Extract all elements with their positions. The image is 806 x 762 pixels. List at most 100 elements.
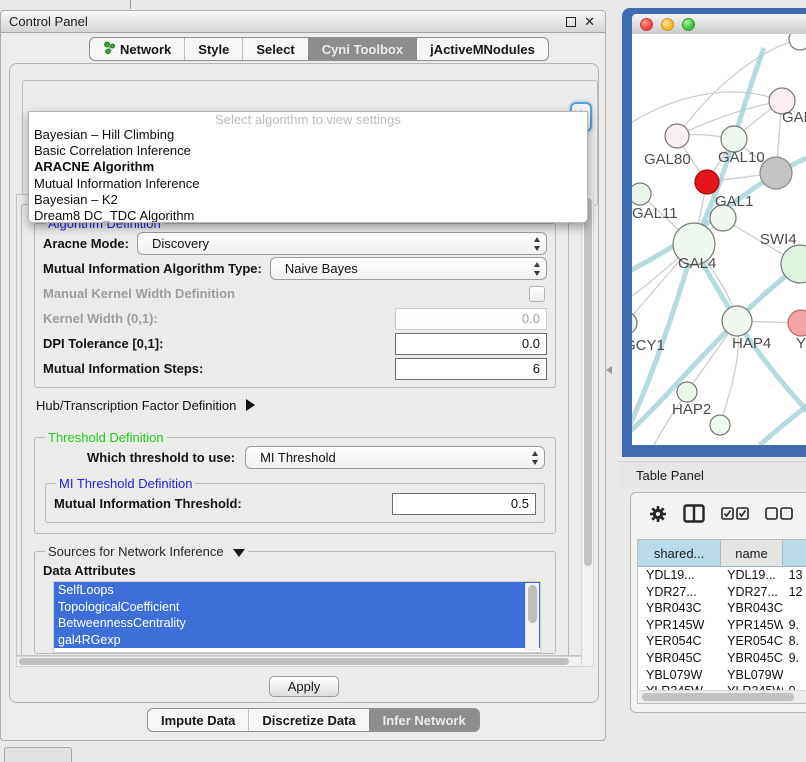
network-node[interactable]: [665, 124, 689, 148]
network-node[interactable]: [677, 382, 697, 402]
network-node[interactable]: [632, 312, 637, 334]
dropdown-item-basic-correlation-inference[interactable]: Basic Correlation Inference: [29, 143, 587, 159]
attribute-item-topologicalcoefficient[interactable]: TopologicalCoefficient: [54, 599, 540, 616]
tab-jactivemnodules[interactable]: jActiveMNodules: [416, 38, 548, 60]
dropdown-item-mutual-information-inference[interactable]: Mutual Information Inference: [29, 176, 587, 192]
table-row[interactable]: YBL079WYBL079W: [638, 667, 806, 684]
mi-threshold-field[interactable]: [392, 493, 536, 515]
attribute-item-gal4rgexp[interactable]: gal4RGexp: [54, 632, 540, 649]
sources-title-text: Sources for Network Inference: [48, 544, 224, 559]
dropdown-item-dream8-dc-tdc-algorithm[interactable]: Dream8 DC_TDC Algorithm: [29, 208, 587, 223]
dropdown-item-bayesian-k2[interactable]: Bayesian – K2: [29, 192, 587, 208]
sources-title[interactable]: Sources for Network Inference: [45, 544, 248, 559]
tab-network[interactable]: Network: [90, 38, 184, 60]
kernel-width-field[interactable]: [395, 308, 547, 330]
network-node[interactable]: [789, 34, 806, 50]
table-cell: YBR045C: [638, 650, 721, 667]
network-node[interactable]: [710, 415, 730, 435]
column-header-shared[interactable]: shared...: [638, 540, 721, 566]
combobox-stepper-icon: [531, 451, 540, 465]
hub-definition-expander[interactable]: Hub/Transcription Factor Definition: [28, 392, 562, 418]
select-all-checks-icon[interactable]: [721, 507, 749, 525]
zoom-traffic-light[interactable]: [682, 18, 695, 31]
table-row[interactable]: YPR145WYPR145W9.: [638, 617, 806, 634]
node-label-gal80: GAL80: [644, 151, 691, 168]
mi-threshold-title: MI Threshold Definition: [56, 476, 195, 491]
dropdown-item-bayesian-hill-climbing[interactable]: Bayesian – Hill Climbing: [29, 127, 587, 143]
split-columns-icon[interactable]: [683, 504, 705, 528]
deselect-all-checks-icon[interactable]: [765, 507, 793, 525]
mi-steps-field[interactable]: [395, 358, 547, 380]
node-label-gal11: GAL11: [632, 205, 678, 222]
dropdown-placeholder: Select algorithm to view settings: [29, 113, 587, 127]
combobox-stepper-icon: [533, 262, 542, 276]
network-edge-strong: [760, 402, 806, 445]
network-node[interactable]: [722, 306, 752, 336]
which-threshold-combobox[interactable]: MI Threshold: [245, 446, 545, 469]
panel-collapse-arrow-icon[interactable]: [606, 366, 612, 374]
attribute-item-betweennesscentrality[interactable]: BetweennessCentrality: [54, 615, 540, 632]
network-node[interactable]: [695, 170, 719, 194]
minimize-traffic-light[interactable]: [661, 18, 674, 31]
tab-cyni-toolbox[interactable]: Cyni Toolbox: [308, 38, 416, 60]
float-window-icon[interactable]: [566, 17, 576, 27]
gear-icon[interactable]: [649, 505, 667, 528]
table-cell: YDL19...: [638, 567, 721, 584]
column-header-clipped[interactable]: [783, 540, 806, 566]
table-cell: YPR145W: [638, 617, 721, 634]
column-header-name[interactable]: name: [721, 540, 783, 566]
network-node[interactable]: [788, 310, 806, 336]
apply-button[interactable]: Apply: [269, 676, 340, 697]
mi-threshold-label: Mutual Information Threshold:: [54, 496, 242, 511]
cyni-algorithm-settings-group: Cyni Algorithm Settings Algorithm Defini…: [21, 197, 569, 656]
dropdown-item-aracne-algorithm[interactable]: ARACNE Algorithm: [29, 159, 587, 175]
tab-impute-data[interactable]: Impute Data: [148, 709, 248, 731]
table-row[interactable]: YBR043CYBR043C: [638, 600, 806, 617]
data-attributes-list[interactable]: SelfLoopsTopologicalCoefficientBetweenne…: [53, 581, 541, 653]
close-icon[interactable]: ✕: [584, 17, 595, 27]
aracne-mode-combobox[interactable]: Discovery: [137, 232, 547, 255]
attribute-item-selfloops[interactable]: SelfLoops: [54, 582, 540, 599]
network-node[interactable]: [632, 183, 651, 205]
algorithm-dropdown-popup: Select algorithm to view settings Bayesi…: [28, 111, 588, 223]
table-row[interactable]: YBR045CYBR045C9.: [638, 650, 806, 667]
table-cell: YBL079W: [638, 667, 721, 684]
table-cell: YDR27...: [721, 584, 782, 601]
table-cell: YBR043C: [638, 600, 721, 617]
cyni-toolbox-panel: gal-filtered sif default node Cyni Algor…: [9, 63, 599, 703]
vertical-scrollbar-thumb[interactable]: [584, 198, 592, 566]
mi-type-combobox[interactable]: Naive Bayes: [270, 257, 547, 280]
list-scrollbar-thumb[interactable]: [528, 585, 537, 623]
table-header-row: shared...name: [638, 540, 806, 567]
table-row[interactable]: YDR27...YDR27...12: [638, 584, 806, 601]
table-row[interactable]: YER054CYER054C8.: [638, 633, 806, 650]
tab-infer-network[interactable]: Infer Network: [369, 709, 479, 731]
settings-vertical-scrollbar: [581, 194, 594, 667]
algorithm-definition-group: Algorithm Definition Aracne Mode: Discov…: [34, 216, 556, 388]
table-row[interactable]: YDL19...YDL19...13: [638, 567, 806, 584]
horizontal-scrollbar-thumb[interactable]: [19, 658, 569, 665]
network-canvas[interactable]: GALGAL80GAL10GAL1GAL11SWI4GAL4GCY1HAP4YH…: [632, 34, 806, 445]
table-scrollbar-thumb[interactable]: [642, 693, 794, 701]
tab-select[interactable]: Select: [242, 38, 307, 60]
network-window-titlebar: [632, 14, 806, 34]
settings-scroll-viewport: Cyni Algorithm Settings Algorithm Defini…: [16, 194, 584, 656]
dpi-tolerance-field[interactable]: [395, 333, 547, 355]
table-cell: [783, 600, 806, 617]
aracne-mode-value: Discovery: [138, 236, 209, 251]
dpi-tolerance-label: DPI Tolerance [0,1]:: [43, 336, 163, 351]
table-cell: YBR043C: [721, 600, 782, 617]
manual-kernel-checkbox[interactable]: [529, 286, 545, 302]
tab-discretize-data[interactable]: Discretize Data: [248, 709, 368, 731]
network-edge: [632, 92, 782, 130]
aracne-mode-label: Aracne Mode:: [43, 236, 129, 251]
network-node[interactable]: [760, 157, 792, 189]
mi-steps-label: Mutual Information Steps:: [43, 361, 203, 376]
close-traffic-light[interactable]: [640, 18, 653, 31]
tab-label: Style: [198, 42, 229, 57]
node-label-gal10: GAL10: [718, 149, 765, 166]
tab-style[interactable]: Style: [184, 38, 242, 60]
table-toolbar: [631, 493, 806, 539]
minimized-window-fragment[interactable]: [4, 747, 72, 762]
tab-label: Select: [256, 42, 294, 57]
